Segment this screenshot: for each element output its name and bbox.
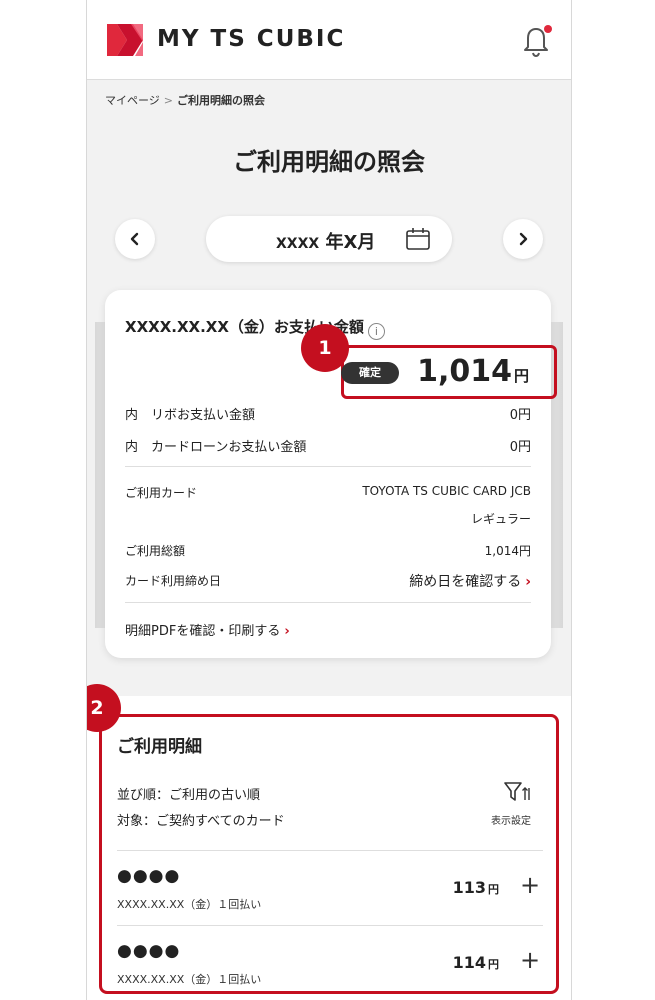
status-badge: 確定	[341, 362, 399, 384]
details-title: ご利用明細	[117, 737, 202, 757]
payment-summary-card: XXXX.XX.XX（金）お支払い金額 i 1 確定 1,014 円 内 リボお支払…	[105, 290, 557, 658]
card-name: TOYOTA TS CUBIC CARD JCB	[362, 484, 531, 498]
total-label: ご利用総額	[125, 544, 186, 558]
payment-amount-unit: 円	[513, 367, 529, 385]
chevron-left-icon	[130, 232, 139, 246]
breadcrumb-separator: >	[163, 94, 173, 107]
total-value: 1,014円	[484, 544, 531, 558]
transaction-amount-unit: 円	[488, 883, 499, 896]
month-label: XXXX 年X月	[276, 228, 375, 254]
month-suffix: 年X月	[325, 232, 376, 253]
revolving-label: 内 リボお支払い金額	[125, 408, 256, 423]
divider	[125, 466, 531, 467]
app-frame: MY TS CUBIC マイページ > ご利用明細の照会 ご利用明細の照会 XXXX…	[86, 0, 572, 1000]
breadcrumb-home-link[interactable]: マイページ	[105, 94, 160, 107]
cardloan-label: 内 カードローンお支払い金額	[125, 440, 307, 455]
card-type: レギュラー	[470, 512, 531, 526]
merchant-name: ●●●●	[117, 941, 181, 961]
total-row: ご利用総額 1,014円	[125, 542, 531, 559]
pdf-link-text: 明細PDFを確認・印刷する	[125, 624, 281, 639]
page-title: ご利用明細の照会	[233, 148, 425, 176]
brand-name: MY TS CUBIC	[157, 26, 346, 52]
divider	[117, 925, 543, 926]
target-cards-text: 対象：ご契約すべてのカード	[117, 814, 285, 829]
breadcrumb-current: ご利用明細の照会	[177, 94, 265, 107]
app-header: MY TS CUBIC	[87, 0, 571, 80]
merchant-name: ●●●●	[117, 866, 181, 886]
month-selector[interactable]: XXXX 年X月	[206, 216, 452, 262]
cardloan-value: 0円	[509, 440, 531, 455]
chevron-right-icon: ›	[284, 624, 290, 639]
expand-plus-icon[interactable]: +	[517, 872, 543, 898]
transaction-amount-value: 114	[452, 953, 486, 972]
transaction-amount-value: 113	[452, 878, 486, 897]
divider	[125, 602, 531, 603]
transaction-amount-unit: 円	[488, 958, 499, 971]
transaction-row[interactable]: ●●●● XXXX.XX.XX（金）１回払い 113 円 +	[117, 850, 543, 924]
brand-logo-icon[interactable]	[105, 20, 145, 60]
transaction-amount: 113 円	[453, 878, 499, 897]
month-year: XXXX	[276, 236, 320, 252]
notification-bell-icon[interactable]	[519, 22, 553, 58]
revolving-row: 内 リボお支払い金額 0円	[125, 404, 531, 423]
prev-month-button[interactable]	[115, 219, 155, 259]
pdf-link[interactable]: 明細PDFを確認・印刷する ›	[125, 620, 531, 639]
expand-plus-icon[interactable]: +	[517, 947, 543, 973]
usage-details-section: 2 ご利用明細 並び順：ご利用の古い順 対象：ご契約すべてのカード 表示設定 ●…	[87, 684, 571, 1000]
divider	[117, 850, 543, 851]
closing-row: カード利用締め日 締め日を確認する ›	[125, 571, 531, 591]
card-row: ご利用カード TOYOTA TS CUBIC CARD JCB	[125, 484, 531, 501]
payment-amount-value: 1,014	[417, 354, 512, 389]
payment-amount: 1,014 円	[417, 354, 529, 389]
sort-order-text: 並び順：ご利用の古い順	[117, 788, 261, 803]
closing-date-link-text: 締め日を確認する	[409, 574, 522, 590]
calendar-icon[interactable]	[405, 227, 431, 251]
cardloan-row: 内 カードローンお支払い金額 0円	[125, 436, 531, 455]
closing-label: カード利用締め日	[125, 574, 222, 588]
filter-sort-icon[interactable]	[503, 780, 531, 804]
chevron-right-icon: ›	[525, 574, 531, 590]
breadcrumb: マイページ > ご利用明細の照会	[105, 92, 265, 108]
callout-number-1: 1	[301, 324, 349, 372]
info-icon[interactable]: i	[367, 323, 385, 340]
transaction-date: XXXX.XX.XX（金）１回払い	[117, 973, 262, 986]
chevron-right-icon	[519, 232, 528, 246]
notification-dot	[544, 25, 552, 33]
transaction-amount: 114 円	[453, 953, 499, 972]
transaction-date: XXXX.XX.XX（金）１回払い	[117, 898, 262, 911]
next-month-button[interactable]	[503, 219, 543, 259]
closing-date-link[interactable]: 締め日を確認する ›	[409, 571, 531, 591]
revolving-value: 0円	[509, 408, 531, 423]
card-label: ご利用カード	[125, 486, 198, 500]
display-settings-label[interactable]: 表示設定	[491, 812, 531, 827]
transaction-row[interactable]: ●●●● XXXX.XX.XX（金）１回払い 114 円 +	[117, 925, 543, 999]
